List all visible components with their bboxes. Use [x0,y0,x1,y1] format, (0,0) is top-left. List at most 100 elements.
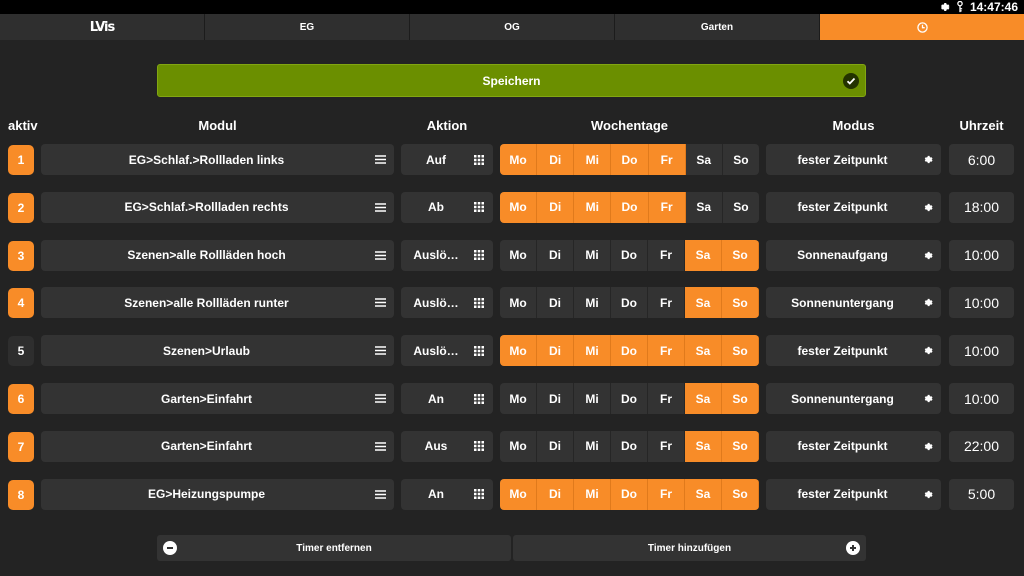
module-select[interactable]: Garten>Einfahrt [41,383,394,414]
tab-garten[interactable]: Garten [615,14,820,40]
weekday-toggle-sa[interactable]: Sa [686,191,723,223]
module-select[interactable]: EG>Schlaf.>Rollladen rechts [41,191,394,223]
save-button[interactable]: Speichern [157,64,866,97]
weekday-toggle-so[interactable]: So [722,383,759,414]
tab-timer[interactable] [820,14,1024,40]
weekday-toggle-sa[interactable]: Sa [685,430,722,462]
mode-select[interactable]: fester Zeitpunkt [766,335,941,367]
weekday-toggle-do[interactable]: Do [611,383,648,414]
weekday-toggle-di[interactable]: Di [537,144,575,175]
active-toggle[interactable]: 2 [8,192,34,223]
time-field[interactable]: 10:00 [949,383,1014,414]
action-select[interactable]: Ab [401,191,493,223]
time-field[interactable]: 22:00 [949,430,1014,462]
active-toggle[interactable]: 7 [8,431,34,462]
mode-select[interactable]: Sonnenuntergang [766,383,941,414]
weekday-toggle-di[interactable]: Di [537,383,574,414]
weekday-toggle-do[interactable]: Do [611,191,649,223]
weekday-toggle-so[interactable]: So [722,287,759,319]
action-select[interactable]: Auslö… [401,287,493,319]
mode-select[interactable]: fester Zeitpunkt [766,478,941,510]
module-select[interactable]: Szenen>alle Rollläden hoch [41,239,394,271]
gear-icon[interactable] [938,1,950,13]
weekday-toggle-do[interactable]: Do [611,287,648,319]
weekday-toggle-mo[interactable]: Mo [500,430,537,462]
weekday-toggle-sa[interactable]: Sa [685,335,722,367]
weekday-toggle-fr[interactable]: Fr [648,191,686,223]
weekday-toggle-so[interactable]: So [722,430,759,462]
weekday-toggle-so[interactable]: So [722,239,759,271]
weekday-toggle-sa[interactable]: Sa [685,287,722,319]
weekday-toggle-di[interactable]: Di [537,287,574,319]
weekday-toggle-mi[interactable]: Mi [574,239,611,271]
weekday-toggle-do[interactable]: Do [611,144,649,175]
weekday-toggle-fr[interactable]: Fr [648,239,685,271]
weekday-toggle-fr[interactable]: Fr [648,478,685,510]
weekday-toggle-sa[interactable]: Sa [685,478,722,510]
module-select[interactable]: Garten>Einfahrt [41,430,394,462]
weekday-toggle-mo[interactable]: Mo [500,144,538,175]
weekday-toggle-so[interactable]: So [723,192,759,223]
weekday-toggle-mo[interactable]: Mo [500,191,538,223]
weekday-toggle-fr[interactable]: Fr [648,430,685,462]
remove-timer-button[interactable]: Timer entfernen [157,535,511,561]
weekday-toggle-so[interactable]: So [722,335,759,367]
weekday-toggle-fr[interactable]: Fr [648,287,685,319]
module-select[interactable]: Szenen>Urlaub [41,335,394,367]
weekday-toggle-mi[interactable]: Mi [574,383,611,414]
action-select[interactable]: Aus [401,430,493,462]
module-select[interactable]: Szenen>alle Rollläden runter [41,287,394,319]
action-select[interactable]: Auslö… [401,239,493,271]
weekday-toggle-di[interactable]: Di [537,191,575,223]
weekday-toggle-so[interactable]: So [723,144,759,175]
weekday-toggle-di[interactable]: Di [537,478,574,510]
mode-select[interactable]: Sonnenaufgang [766,239,941,271]
time-field[interactable]: 10:00 [949,287,1014,319]
weekday-toggle-sa[interactable]: Sa [685,239,722,271]
active-toggle[interactable]: 1 [8,145,34,175]
mode-select[interactable]: fester Zeitpunkt [766,191,941,223]
time-field[interactable]: 10:00 [949,239,1014,271]
active-toggle[interactable]: 8 [8,479,34,510]
weekday-toggle-di[interactable]: Di [537,335,574,367]
weekday-toggle-mo[interactable]: Mo [500,287,537,319]
weekday-toggle-fr[interactable]: Fr [648,335,685,367]
weekday-toggle-mo[interactable]: Mo [500,383,537,414]
action-select[interactable]: An [401,383,493,414]
weekday-toggle-mo[interactable]: Mo [500,478,537,510]
weekday-toggle-do[interactable]: Do [611,335,648,367]
active-toggle[interactable]: 3 [8,240,34,271]
mode-select[interactable]: fester Zeitpunkt [766,430,941,462]
weekday-toggle-so[interactable]: So [722,478,759,510]
weekday-toggle-do[interactable]: Do [611,478,648,510]
weekday-toggle-mo[interactable]: Mo [500,239,537,271]
time-field[interactable]: 5:00 [949,478,1014,510]
weekday-toggle-do[interactable]: Do [611,430,648,462]
active-toggle[interactable]: 4 [8,288,34,319]
weekday-toggle-mi[interactable]: Mi [574,478,611,510]
module-select[interactable]: EG>Schlaf.>Rollladen links [41,144,394,175]
weekday-toggle-do[interactable]: Do [611,239,648,271]
time-field[interactable]: 6:00 [949,144,1014,175]
weekday-toggle-di[interactable]: Di [537,239,574,271]
weekday-toggle-fr[interactable]: Fr [648,144,686,175]
weekday-toggle-di[interactable]: Di [537,430,574,462]
action-select[interactable]: Auf [401,144,493,175]
tab-eg[interactable]: EG [205,14,410,40]
key-icon[interactable] [956,1,964,13]
weekday-toggle-fr[interactable]: Fr [648,383,685,414]
tab-og[interactable]: OG [410,14,615,40]
add-timer-button[interactable]: Timer hinzufügen [513,535,866,561]
active-toggle[interactable]: 5 [8,336,34,367]
weekday-toggle-mi[interactable]: Mi [574,430,611,462]
mode-select[interactable]: fester Zeitpunkt [766,144,941,175]
mode-select[interactable]: Sonnenuntergang [766,287,941,319]
weekday-toggle-sa[interactable]: Sa [685,383,722,414]
time-field[interactable]: 18:00 [949,191,1014,223]
weekday-toggle-mi[interactable]: Mi [574,287,611,319]
weekday-toggle-mo[interactable]: Mo [500,335,537,367]
action-select[interactable]: An [401,478,493,510]
module-select[interactable]: EG>Heizungspumpe [41,478,394,510]
active-toggle[interactable]: 6 [8,384,34,414]
weekday-toggle-mi[interactable]: Mi [574,191,612,223]
